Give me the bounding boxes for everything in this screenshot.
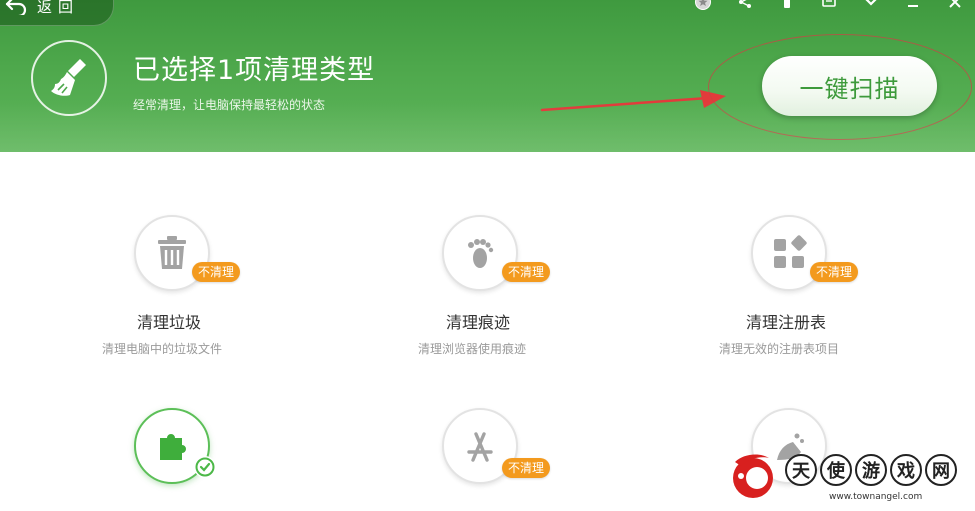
phone-button[interactable] [777, 0, 797, 10]
cleaner-logo [31, 40, 107, 116]
item-title: 清理垃圾 [137, 313, 202, 332]
share-icon [739, 0, 751, 8]
message-icon [822, 0, 836, 7]
footprint-icon [468, 239, 494, 268]
back-button[interactable]: 返回 [0, 0, 114, 26]
phone-icon [784, 0, 790, 8]
watermark-char: 网 [925, 454, 957, 486]
selected-check [194, 456, 216, 478]
item-title: 清理痕迹 [446, 313, 511, 332]
watermark-text: 天 使 游 戏 网 [785, 454, 957, 486]
watermark-logo-icon [733, 454, 773, 498]
minimize-button[interactable] [903, 0, 923, 10]
page-subtitle: 经常清理，让电脑保持最轻松的状态 [133, 98, 326, 112]
page-title: 已选择1项清理类型 [133, 55, 376, 86]
feedback-button[interactable] [819, 0, 839, 10]
status-badge[interactable]: 不清理 [502, 262, 551, 282]
item-title: 清理注册表 [746, 313, 827, 332]
header-banner: 返回 已选择1项清理类型 经常清理，让电脑保持最轻松的状态 一键扫描 [0, 0, 975, 152]
status-badge[interactable]: 不清理 [810, 262, 859, 282]
one-click-scan-button[interactable]: 一键扫描 [762, 56, 937, 116]
chevron-down-icon [865, 0, 877, 6]
broom-icon [51, 59, 86, 96]
skin-button[interactable] [693, 0, 713, 10]
close-button[interactable] [945, 0, 965, 10]
puzzle-icon [160, 434, 186, 460]
window-controls [693, 0, 965, 10]
watermark-char: 游 [855, 454, 887, 486]
item-description: 清理无效的注册表项目 [719, 342, 840, 356]
status-badge[interactable]: 不清理 [192, 262, 241, 282]
app-store-icon [467, 432, 493, 462]
site-watermark: 天 使 游 戏 网 www.townangel.com [725, 448, 975, 511]
back-label: 返回 [37, 0, 80, 16]
share-button[interactable] [735, 0, 755, 10]
item-description: 清理浏览器使用痕迹 [418, 342, 527, 356]
watermark-url: www.townangel.com [829, 492, 923, 502]
item-description: 清理电脑中的垃圾文件 [102, 342, 223, 356]
watermark-char: 天 [785, 454, 817, 486]
menu-button[interactable] [861, 0, 881, 10]
trash-icon [158, 236, 186, 269]
star-badge-icon [695, 0, 711, 10]
watermark-char: 戏 [890, 454, 922, 486]
close-icon [949, 0, 961, 8]
check-circle-icon [195, 457, 215, 477]
back-arrow-icon [5, 0, 27, 15]
minimize-icon [908, 5, 918, 7]
watermark-char: 使 [820, 454, 852, 486]
status-badge[interactable]: 不清理 [502, 458, 551, 478]
blocks-icon [774, 235, 807, 268]
